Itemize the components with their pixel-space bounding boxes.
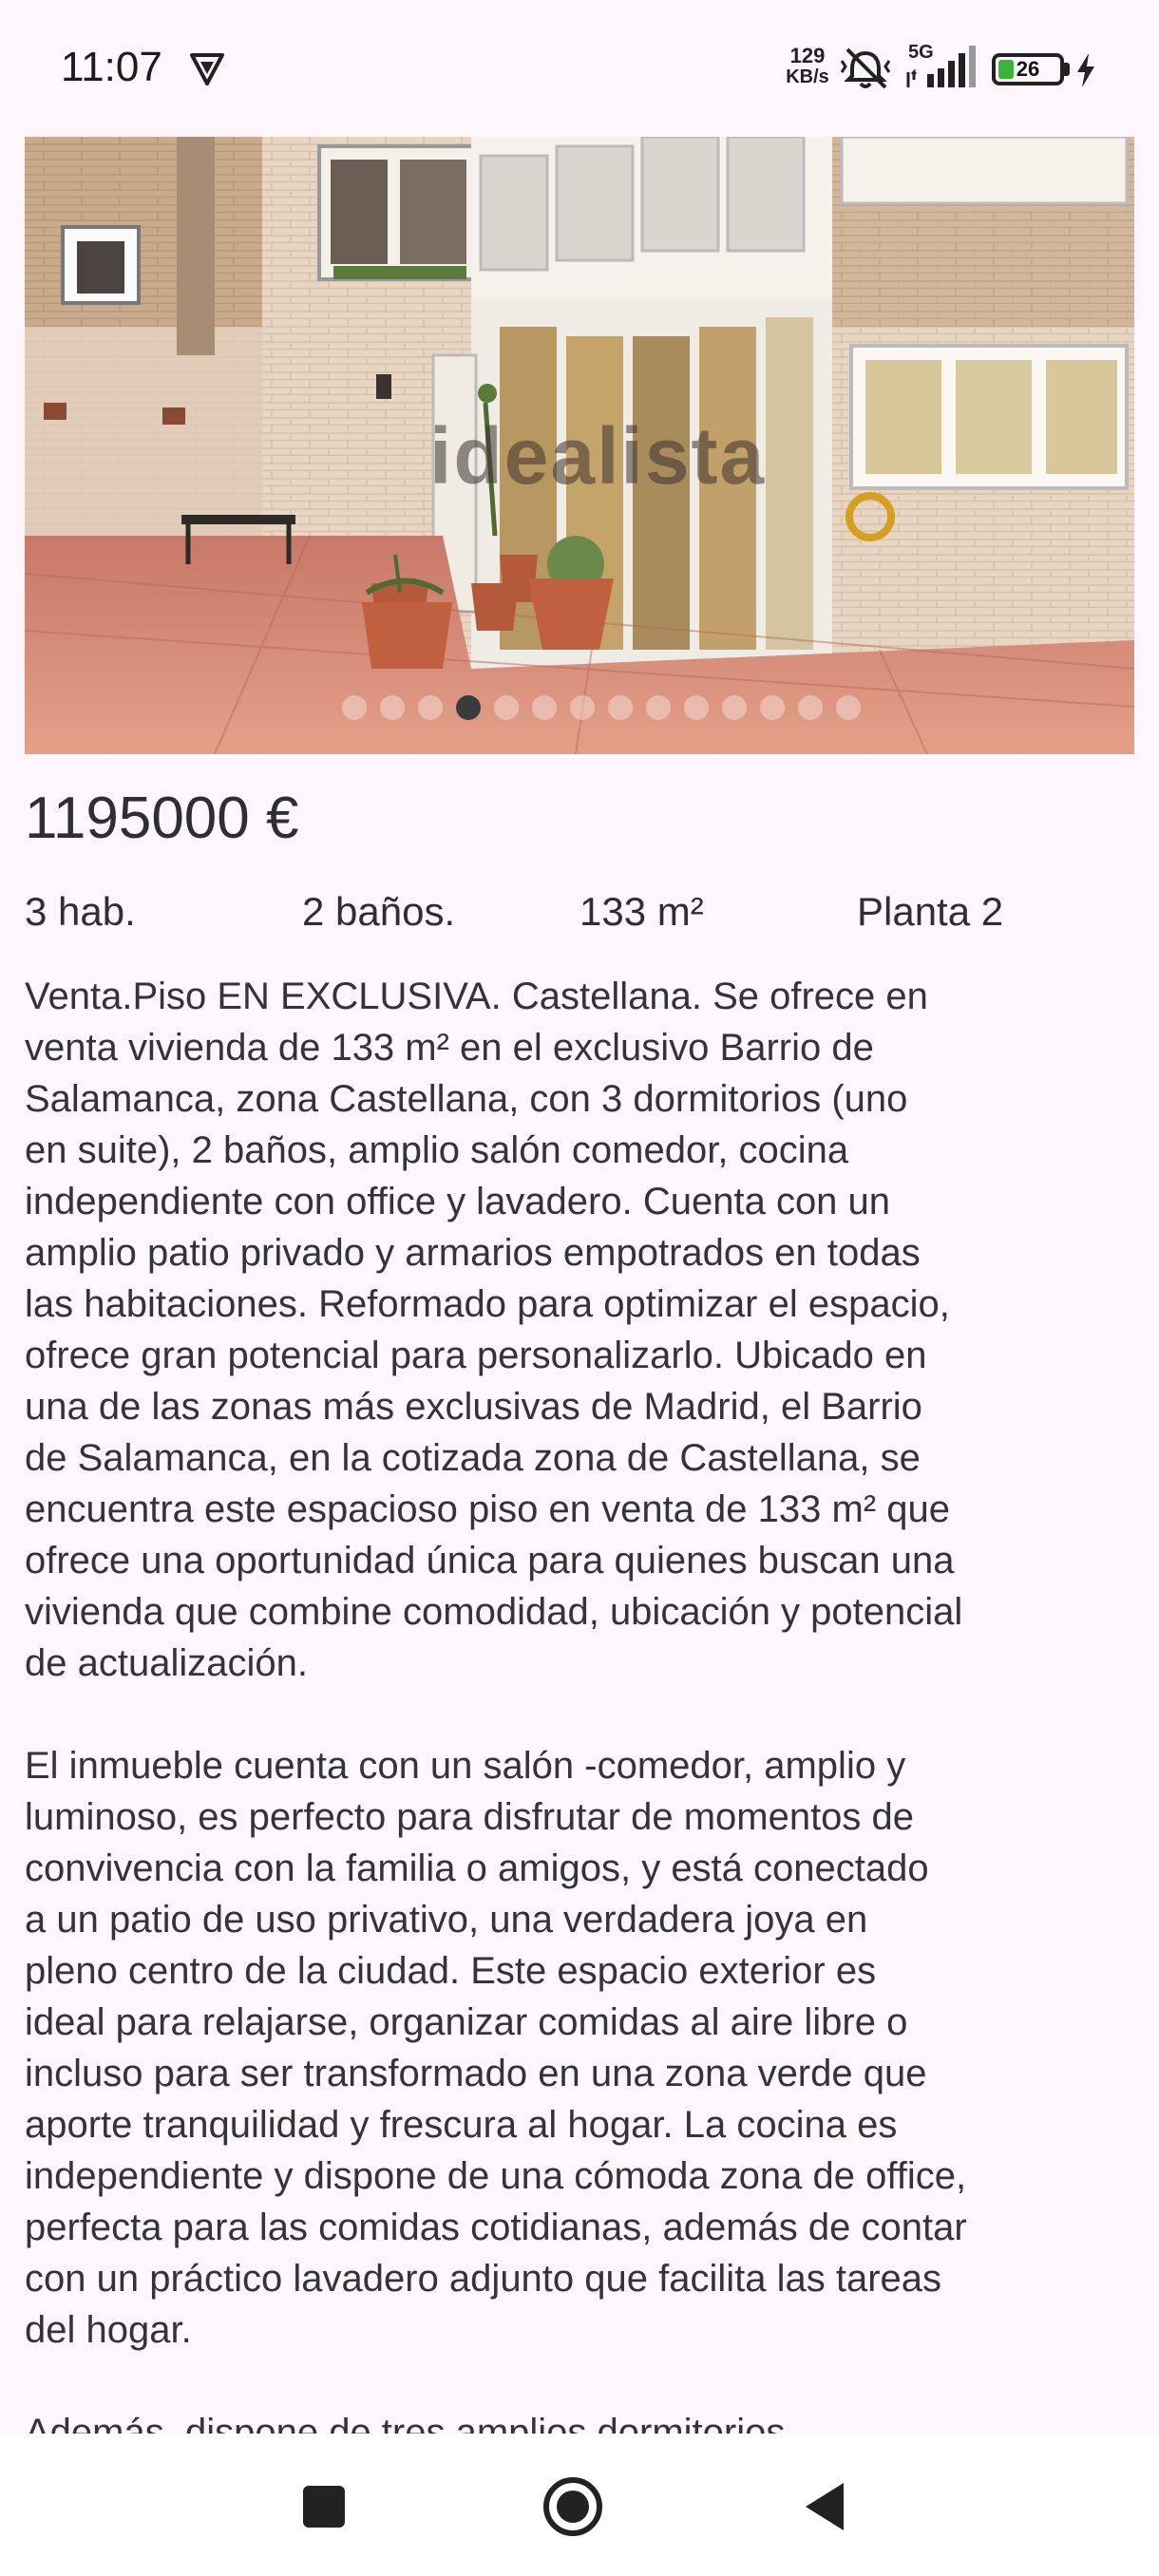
system-navigation-bar <box>0 2434 1159 2576</box>
listing-description: Venta.Piso EN EXCLUSIVA. Castellana. Se … <box>25 971 1146 2407</box>
pagination-dot <box>570 695 595 720</box>
pagination-dot <box>798 695 823 720</box>
pagination-dot-active <box>456 695 481 720</box>
pagination-dot <box>722 695 747 720</box>
feature-bathrooms: 2 baños. <box>302 889 456 934</box>
pagination-dot <box>494 695 519 720</box>
feature-floor: Planta 2 <box>857 889 1004 934</box>
feature-rooms: 3 hab. <box>25 889 136 934</box>
network-speed-value: 129 <box>789 44 826 67</box>
battery-cap <box>1064 63 1070 76</box>
network-speed-unit: KB/s <box>786 66 829 87</box>
listing-features: 3 hab. 2 baños. 133 m² Planta 2 <box>25 889 1146 946</box>
gallery-pagination <box>342 695 861 720</box>
pagination-dot <box>380 695 405 720</box>
back-button[interactable] <box>800 2479 847 2534</box>
pagination-dot <box>532 695 557 720</box>
gallery-watermark: idealista <box>429 411 767 501</box>
feature-area: 133 m² <box>580 889 704 934</box>
home-button[interactable] <box>542 2475 604 2538</box>
status-bar: 11:07 129 KB/s 5G 26 <box>0 0 1159 133</box>
pagination-dot <box>684 695 709 720</box>
battery-level: 26 <box>1016 57 1040 81</box>
pagination-dot <box>646 695 671 720</box>
description-paragraph: Venta.Piso EN EXCLUSIVA. Castellana. Se … <box>25 975 963 1684</box>
status-time: 11:07 <box>61 44 162 90</box>
back-icon <box>806 2483 844 2530</box>
recents-icon <box>303 2486 345 2528</box>
description-truncated-line: Además, dispone de tres amplios dormitor… <box>25 2412 786 2434</box>
pagination-dot <box>608 695 633 720</box>
mute-vibrate-icon <box>840 47 891 89</box>
listing-photo[interactable]: idealista <box>25 137 1134 754</box>
charging-bolt-icon <box>1077 53 1094 87</box>
network-speed: 129 KB/s <box>781 44 834 88</box>
description-paragraph: El inmueble cuenta con un salón -comedor… <box>25 1745 967 2351</box>
vpn-icon <box>190 53 224 85</box>
recents-button[interactable] <box>300 2483 348 2530</box>
pagination-dot <box>418 695 443 720</box>
pagination-dot <box>836 695 861 720</box>
battery-icon: 26 <box>992 53 1064 85</box>
signal-icon <box>906 46 976 87</box>
listing-price: 1195000 € <box>25 786 299 851</box>
pagination-dot <box>760 695 785 720</box>
pagination-dot <box>342 695 367 720</box>
